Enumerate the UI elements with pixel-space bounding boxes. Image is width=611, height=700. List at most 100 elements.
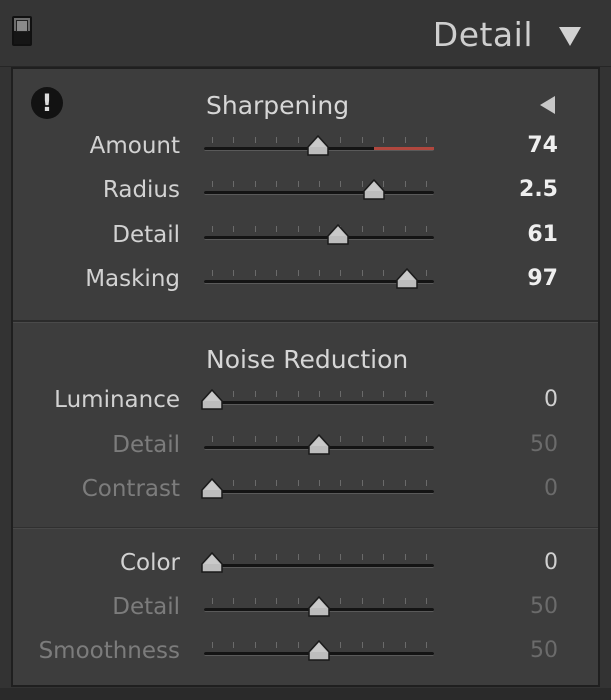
slider-thumb[interactable] xyxy=(326,224,350,246)
slider-tick xyxy=(383,270,384,276)
slider-label: Color xyxy=(119,550,180,576)
slider-thumb[interactable] xyxy=(362,179,386,201)
panel-title: Detail xyxy=(432,15,533,54)
slider-tick xyxy=(298,181,299,187)
slider-tick xyxy=(276,480,277,486)
slider-thumb[interactable] xyxy=(307,640,331,662)
slider-tick xyxy=(340,137,341,143)
slider-tick xyxy=(276,137,277,143)
slider-row-radius: Radius 2.5 xyxy=(13,175,598,211)
slider-value[interactable]: 97 xyxy=(527,266,558,291)
slider-tick xyxy=(426,554,427,560)
slider-value[interactable]: 2.5 xyxy=(519,177,558,202)
slider-tick xyxy=(340,181,341,187)
slider-value[interactable]: 61 xyxy=(527,222,558,247)
slider-tick xyxy=(276,181,277,187)
slider-tick xyxy=(319,480,320,486)
slider-radius[interactable] xyxy=(204,175,434,211)
slider-row-detail: Detail 50 xyxy=(13,592,598,628)
slider-tick xyxy=(255,391,256,397)
slider-tick xyxy=(405,391,406,397)
slider-tick xyxy=(276,436,277,442)
slider-tick xyxy=(362,137,363,143)
slider-tick xyxy=(340,480,341,486)
slider-value[interactable]: 50 xyxy=(530,594,558,619)
slider-tick xyxy=(276,391,277,397)
slider-track[interactable] xyxy=(204,564,434,568)
slider-tick xyxy=(319,554,320,560)
slider-tick xyxy=(362,598,363,604)
slider-thumb[interactable] xyxy=(395,268,419,290)
slider-ticks xyxy=(204,480,434,486)
slider-tick xyxy=(298,270,299,276)
slider-thumb[interactable] xyxy=(307,596,331,618)
subsection-divider xyxy=(13,527,598,529)
panel-switch-icon[interactable] xyxy=(12,16,32,46)
slider-tick xyxy=(405,554,406,560)
slider-tick xyxy=(212,226,213,232)
slider-value[interactable]: 50 xyxy=(530,638,558,663)
slider-tick xyxy=(276,226,277,232)
slider-tick xyxy=(426,642,427,648)
slider-detail[interactable] xyxy=(204,430,434,466)
slider-luminance[interactable] xyxy=(201,385,434,421)
slider-ticks xyxy=(204,554,434,560)
slider-thumb[interactable] xyxy=(307,434,331,456)
slider-tick xyxy=(319,391,320,397)
slider-tick xyxy=(426,181,427,187)
slider-track[interactable] xyxy=(204,191,434,195)
slider-row-contrast: Contrast 0 xyxy=(13,474,598,510)
slider-tick xyxy=(383,436,384,442)
slider-tick xyxy=(383,137,384,143)
slider-tick xyxy=(233,598,234,604)
triangle-left-icon[interactable] xyxy=(540,96,555,114)
triangle-down-icon[interactable] xyxy=(559,27,581,46)
slider-tick xyxy=(233,181,234,187)
slider-tick xyxy=(340,598,341,604)
slider-thumb[interactable] xyxy=(200,389,224,411)
slider-detail[interactable] xyxy=(204,592,434,628)
slider-track[interactable] xyxy=(204,236,434,240)
slider-thumb[interactable] xyxy=(200,478,224,500)
slider-tick xyxy=(255,598,256,604)
slider-tick xyxy=(298,436,299,442)
slider-thumb[interactable] xyxy=(306,135,330,157)
slider-label: Luminance xyxy=(54,387,180,413)
slider-track[interactable] xyxy=(204,490,434,494)
slider-label: Radius xyxy=(102,177,180,203)
slider-tick xyxy=(298,226,299,232)
slider-tick xyxy=(255,270,256,276)
slider-tick xyxy=(426,598,427,604)
slider-tick xyxy=(255,480,256,486)
slider-tick xyxy=(362,226,363,232)
slider-tick xyxy=(383,480,384,486)
slider-tick xyxy=(405,480,406,486)
slider-tick xyxy=(340,642,341,648)
slider-label: Smoothness xyxy=(38,638,180,664)
slider-tick xyxy=(233,642,234,648)
panel-header[interactable]: Detail xyxy=(0,0,611,67)
slider-value[interactable]: 74 xyxy=(527,133,558,158)
slider-value[interactable]: 0 xyxy=(544,476,558,501)
slider-tick xyxy=(276,270,277,276)
slider-contrast[interactable] xyxy=(201,474,434,510)
slider-smoothness[interactable] xyxy=(204,636,434,672)
slider-ticks xyxy=(204,181,434,187)
slider-color[interactable] xyxy=(201,548,434,584)
slider-amount[interactable] xyxy=(204,131,434,167)
exclamation-circle-icon[interactable]: ! xyxy=(31,87,63,119)
slider-value[interactable]: 0 xyxy=(544,550,558,575)
slider-track[interactable] xyxy=(204,401,434,405)
slider-thumb[interactable] xyxy=(200,552,224,574)
slider-tick xyxy=(233,480,234,486)
slider-row-amount: Amount 74 xyxy=(13,131,598,167)
slider-label: Detail xyxy=(112,432,180,458)
slider-tick xyxy=(426,480,427,486)
slider-value[interactable]: 0 xyxy=(544,387,558,412)
slider-label: Masking xyxy=(85,266,180,292)
slider-masking[interactable] xyxy=(204,264,434,300)
slider-value[interactable]: 50 xyxy=(530,432,558,457)
slider-tick xyxy=(383,554,384,560)
slider-label: Detail xyxy=(112,594,180,620)
slider-detail[interactable] xyxy=(204,220,434,256)
